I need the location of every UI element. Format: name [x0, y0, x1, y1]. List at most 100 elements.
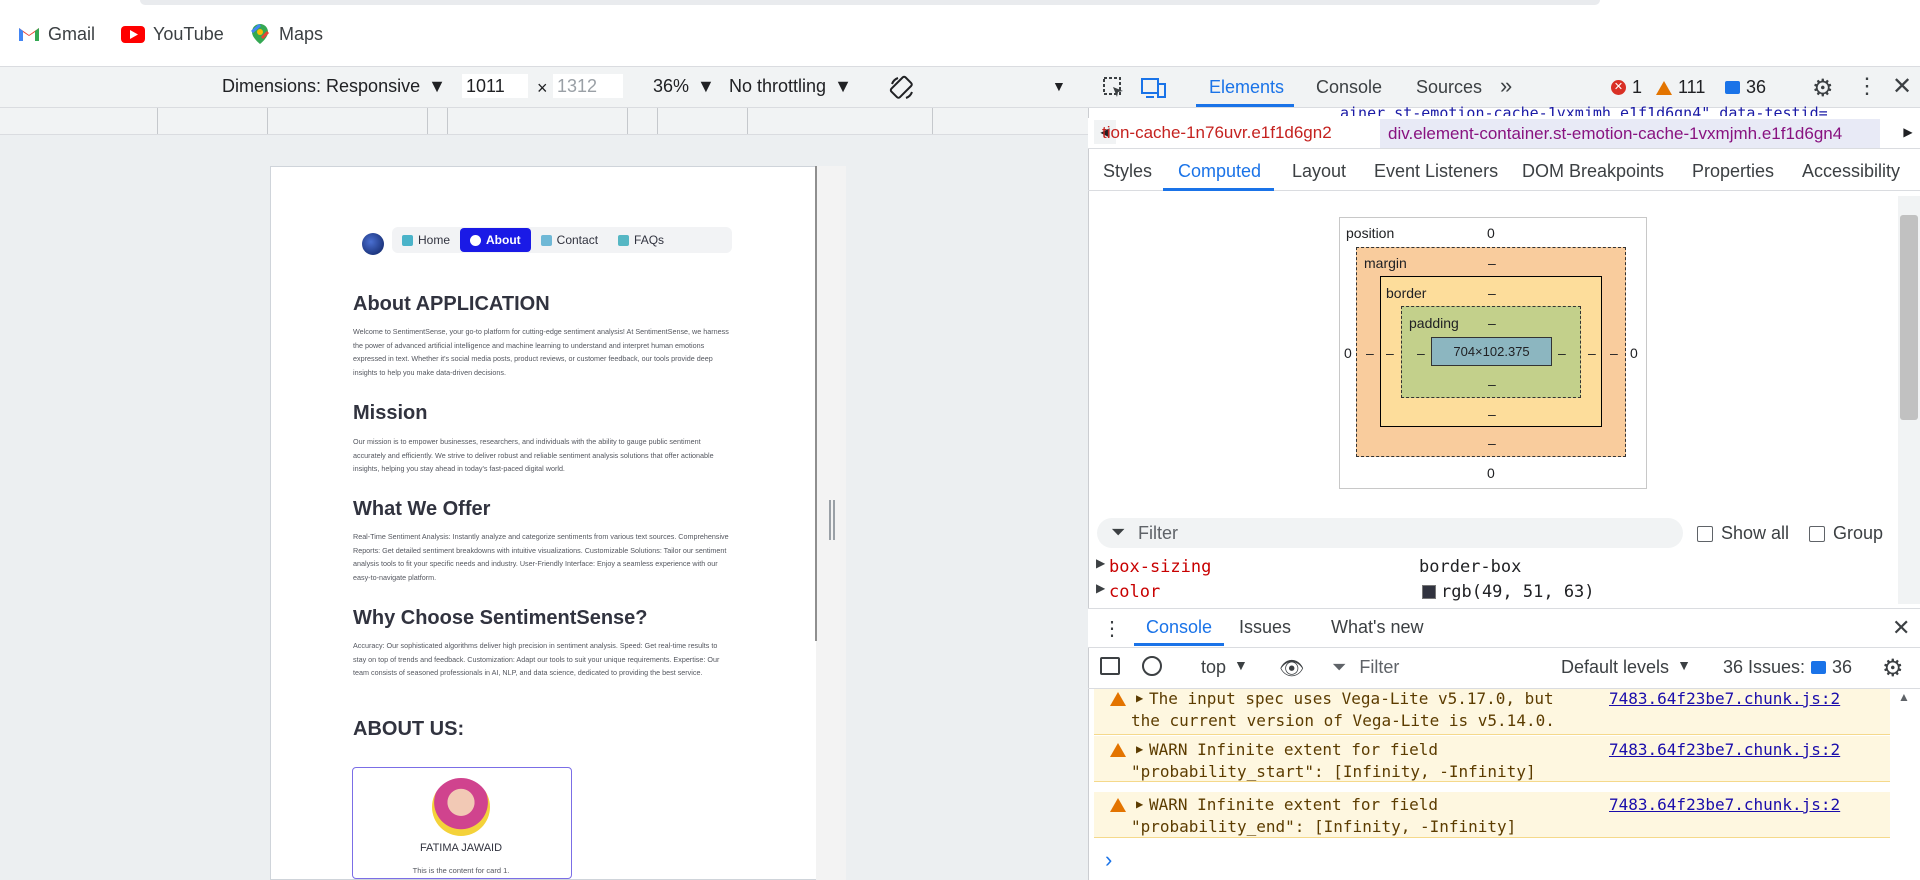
- warning-icon: [1110, 743, 1126, 757]
- console-prompt[interactable]: ›: [1105, 847, 1112, 873]
- subtab-accessibility[interactable]: Accessibility: [1802, 161, 1900, 182]
- youtube-icon: [121, 25, 145, 43]
- subtab-properties[interactable]: Properties: [1692, 161, 1774, 182]
- dimensions-label: Dimensions: Responsive: [222, 76, 421, 96]
- nav-about[interactable]: About: [460, 228, 531, 252]
- resize-handle[interactable]: [829, 500, 835, 540]
- page-scrollbar-thumb[interactable]: [815, 166, 817, 641]
- padding-label: padding: [1409, 315, 1459, 331]
- tab-sources[interactable]: Sources: [1416, 77, 1482, 98]
- more-tabs-icon[interactable]: »: [1500, 73, 1512, 99]
- house-icon: [402, 234, 413, 246]
- computed-filter-input[interactable]: ⏷ Filter: [1097, 518, 1683, 548]
- console-scroll-up-icon[interactable]: ▲: [1898, 690, 1910, 704]
- padding-bottom-value: –: [1488, 376, 1496, 392]
- avatar: [432, 778, 490, 836]
- message-line-1: WARN Infinite extent for field: [1149, 795, 1438, 814]
- padding-left-value: –: [1417, 345, 1425, 361]
- nav-faqs[interactable]: FAQs: [608, 228, 674, 252]
- border-label: border: [1386, 285, 1427, 301]
- nav-contact[interactable]: Contact: [531, 228, 608, 252]
- more-options-caret-icon[interactable]: ▼: [1052, 78, 1066, 94]
- computed-prop-name[interactable]: box-sizing: [1109, 557, 1211, 577]
- device-toolbar: Dimensions: Responsive ▼ 1011 × 1312 36%…: [0, 67, 1088, 108]
- info-icon: [470, 234, 482, 246]
- log-levels-dropdown[interactable]: Default levels ▼: [1561, 657, 1691, 678]
- console-issues-button[interactable]: 36 Issues: 36: [1723, 657, 1852, 678]
- console-filter-input[interactable]: ⏷ Filter: [1332, 657, 1399, 678]
- border-top-value: –: [1488, 285, 1496, 301]
- warning-icon: [1110, 798, 1126, 812]
- issues-count: 36: [1746, 77, 1767, 97]
- tab-elements[interactable]: Elements: [1209, 77, 1284, 98]
- eye-icon[interactable]: 👁: [1279, 656, 1304, 681]
- checkbox-box: [1697, 525, 1713, 542]
- message-source-link[interactable]: 7483.64f23be7.chunk.js:2: [1609, 795, 1840, 814]
- subtab-dom-breakpoints[interactable]: DOM Breakpoints: [1522, 161, 1664, 182]
- devtools-scrollbar-thumb[interactable]: [1900, 215, 1918, 420]
- log-levels-label: Default levels: [1561, 657, 1670, 677]
- section-heading: Mission: [353, 402, 428, 424]
- active-tab-indicator: [1196, 104, 1294, 107]
- breadcrumb-scroll-right-icon[interactable]: ▶: [1898, 120, 1918, 144]
- console-message: ▶ The input spec uses Vega-Lite v5.17.0,…: [1094, 689, 1890, 735]
- media-query-bar[interactable]: [0, 108, 1088, 135]
- drawer-tab-issues[interactable]: Issues: [1239, 617, 1291, 638]
- bookmark-youtube[interactable]: YouTube: [121, 22, 224, 46]
- clear-console-icon[interactable]: [1142, 656, 1162, 676]
- subtab-styles[interactable]: Styles: [1103, 161, 1152, 182]
- address-bar-edge[interactable]: [140, 0, 1600, 5]
- dimensions-dropdown[interactable]: Dimensions: Responsive ▼: [222, 76, 446, 97]
- error-counter[interactable]: ✕ 1: [1611, 77, 1642, 98]
- sidebar-toggle-icon[interactable]: [1100, 657, 1120, 675]
- message-source-link[interactable]: 7483.64f23be7.chunk.js:2: [1609, 689, 1840, 708]
- bookmark-label: Gmail: [48, 23, 96, 44]
- tab-console[interactable]: Console: [1316, 77, 1382, 98]
- box-model-content[interactable]: 704×102.375: [1431, 337, 1552, 366]
- issues-counter[interactable]: 36: [1725, 77, 1766, 98]
- subtab-event-listeners[interactable]: Event Listeners: [1374, 161, 1498, 182]
- bookmark-label: YouTube: [153, 23, 224, 44]
- rotate-icon[interactable]: [888, 74, 916, 107]
- breadcrumb-item[interactable]: tion-cache-1n76uvr.e1f1d6gn2: [1102, 123, 1332, 143]
- zoom-dropdown[interactable]: 36% ▼: [653, 76, 715, 97]
- inspect-element-icon[interactable]: [1102, 76, 1126, 105]
- console-filter-placeholder: Filter: [1359, 657, 1400, 677]
- nav-home[interactable]: Home: [392, 228, 460, 252]
- warning-counter[interactable]: 111: [1656, 77, 1705, 98]
- expand-triangle-icon[interactable]: ▶: [1096, 581, 1105, 595]
- message-source-link[interactable]: 7483.64f23be7.chunk.js:2: [1609, 740, 1840, 759]
- computed-prop-name[interactable]: color: [1109, 582, 1160, 602]
- drawer-tab-whats-new[interactable]: What's new: [1331, 617, 1423, 638]
- section-heading: What We Offer: [353, 498, 491, 520]
- bookmark-gmail[interactable]: Gmail: [18, 22, 95, 46]
- border-left-value: –: [1386, 345, 1394, 361]
- settings-gear-icon[interactable]: ⚙: [1812, 74, 1834, 103]
- close-devtools-icon[interactable]: ✕: [1892, 72, 1912, 101]
- subtab-layout[interactable]: Layout: [1292, 161, 1346, 182]
- expand-triangle-icon[interactable]: ▶: [1096, 556, 1105, 570]
- subtab-computed[interactable]: Computed: [1178, 161, 1261, 182]
- console-message: ▶ WARN Infinite extent for field "probab…: [1094, 792, 1890, 838]
- drawer-tab-console[interactable]: Console: [1146, 617, 1212, 638]
- group-checkbox[interactable]: Group: [1809, 523, 1883, 544]
- breadcrumb-selected[interactable]: div.element-container.st-emotion-cache-1…: [1380, 119, 1880, 148]
- margin-right-value: –: [1610, 345, 1618, 361]
- filter-placeholder: Filter: [1138, 523, 1178, 543]
- width-input[interactable]: 1011: [462, 74, 528, 98]
- drawer-menu-icon[interactable]: ⋮: [1102, 616, 1122, 641]
- height-input[interactable]: 1312: [553, 74, 623, 98]
- times-sign: ×: [537, 78, 548, 98]
- device-toggle-icon[interactable]: [1141, 76, 1167, 105]
- show-all-checkbox[interactable]: Show all: [1697, 523, 1789, 544]
- message-line-2: the current version of Vega-Lite is v5.1…: [1131, 711, 1555, 730]
- kebab-menu-icon[interactable]: ⋮: [1856, 73, 1878, 99]
- color-swatch[interactable]: [1422, 585, 1436, 599]
- context-selector[interactable]: top ▼: [1201, 657, 1248, 678]
- drawer-tabbar: ⋮ Console Issues What's new ✕: [1088, 608, 1920, 648]
- bookmark-maps[interactable]: Maps: [249, 22, 323, 46]
- console-settings-gear-icon[interactable]: ⚙: [1882, 654, 1904, 683]
- close-drawer-icon[interactable]: ✕: [1892, 615, 1910, 641]
- throttling-dropdown[interactable]: No throttling ▼: [729, 76, 852, 97]
- card-name: FATIMA JAWAID: [419, 842, 503, 854]
